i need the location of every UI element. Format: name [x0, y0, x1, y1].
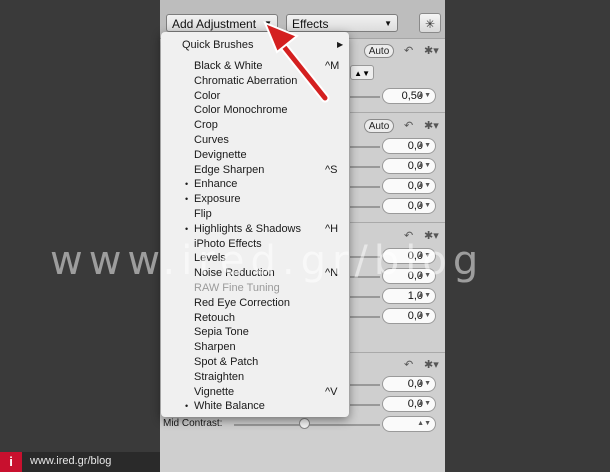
watermark-text: www.ired.gr/blog	[50, 238, 485, 284]
menu-item-label: Vignette	[194, 385, 235, 398]
gear-icon[interactable]: ✱▾	[424, 119, 439, 132]
value-field[interactable]: 0,0 ▲▼	[382, 396, 436, 412]
bullet-icon: •	[185, 223, 189, 234]
value-field[interactable]: ▲▼	[382, 416, 436, 432]
menu-item[interactable]: • White Balance	[161, 399, 349, 413]
mid-contrast-label: Mid Contrast:	[163, 418, 223, 429]
slider-track[interactable]	[350, 96, 380, 98]
menu-item-label: Highlights & Shadows	[194, 222, 302, 235]
menu-item-label: Sepia Tone	[194, 326, 249, 339]
menu-item-label: Quick Brushes	[182, 39, 254, 51]
menu-item-label: Sharpen	[194, 341, 236, 354]
slider-thumb[interactable]	[299, 418, 310, 429]
menu-item-label: Curves	[194, 134, 229, 146]
menu-item-label: Spot & Patch	[194, 356, 259, 368]
menu-item-shortcut: ^H	[325, 222, 339, 235]
menu-item-label: Retouch	[194, 311, 235, 324]
stepper-icon: ▲▼	[417, 92, 431, 99]
menu-item[interactable]: • Highlights & Shadows ^H	[161, 222, 349, 236]
slider-track[interactable]	[350, 206, 380, 208]
menu-item-label: Crop	[194, 119, 218, 132]
stepper-icon: ▲▼	[417, 142, 431, 149]
magic-wand-icon: ✳	[424, 17, 436, 31]
stepper-icon: ▲▼	[417, 162, 431, 169]
stepper-icon: ▲▼	[417, 380, 431, 387]
menu-item[interactable]: Curves	[161, 133, 349, 147]
stepper-icon: ▲▼	[417, 182, 431, 189]
stepper-icon: ▲▼	[417, 400, 431, 407]
gear-icon[interactable]: ✱▾	[424, 358, 439, 371]
menu-item[interactable]: Edge Sharpen ^S	[161, 163, 349, 177]
undo-icon[interactable]: ↶	[404, 119, 413, 132]
divider	[350, 222, 445, 223]
slider-track[interactable]	[350, 186, 380, 188]
menu-item[interactable]: Crop	[161, 118, 349, 132]
bullet-icon: •	[185, 401, 189, 412]
slider-track[interactable]	[350, 296, 380, 298]
menu-item-label: Straighten	[194, 370, 245, 383]
menu-item-label: Color	[194, 89, 221, 102]
value-field[interactable]: 0,50 ▲▼	[382, 88, 436, 104]
value-field[interactable]: 0,0 ▲▼	[382, 308, 436, 324]
gear-icon[interactable]: ✱▾	[424, 44, 439, 57]
value-field[interactable]: 0,0 ▲▼	[382, 138, 436, 154]
divider	[350, 352, 445, 353]
menu-item[interactable]: Spot & Patch	[161, 355, 349, 369]
bullet-icon: •	[185, 194, 189, 205]
chevron-down-icon: ▼	[384, 19, 392, 28]
value-field[interactable]: 0,0 ▲▼	[382, 178, 436, 194]
menu-item[interactable]: Retouch	[161, 311, 349, 325]
undo-icon[interactable]: ↶	[404, 44, 413, 57]
value-field[interactable]: 0,0 ▲▼	[382, 376, 436, 392]
menu-item[interactable]: • Enhance	[161, 177, 349, 191]
menu-item-label: Flip	[194, 208, 212, 220]
stepper-icon: ▲▼	[417, 420, 431, 427]
add-adjustment-label: Add Adjustment	[172, 17, 257, 31]
menu-item-shortcut: ^V	[325, 385, 338, 398]
slider-track[interactable]	[350, 404, 380, 406]
slider-track[interactable]	[350, 316, 380, 318]
background-right	[445, 0, 610, 472]
bullet-icon: •	[185, 179, 189, 190]
menu-item-label: Exposure	[194, 193, 241, 206]
value-field[interactable]: 0,0 ▲▼	[382, 158, 436, 174]
stepper-icon: ▲▼	[417, 292, 431, 299]
menu-item-label: Devignette	[194, 148, 247, 161]
value-field[interactable]: 1,0 ▲▼	[382, 288, 436, 304]
menu-item[interactable]: Devignette	[161, 148, 349, 162]
divider	[350, 112, 445, 113]
menu-item-label: Edge Sharpen	[194, 163, 265, 176]
menu-item[interactable]: • Exposure	[161, 192, 349, 206]
annotation-arrow	[263, 21, 330, 103]
menu-item[interactable]: Flip	[161, 207, 349, 221]
menu-item-label: Black & White	[194, 60, 263, 72]
slider-track[interactable]	[350, 166, 380, 168]
menu-item[interactable]: Red Eye Correction	[161, 296, 349, 310]
menu-item[interactable]: Sepia Tone	[161, 325, 349, 339]
menu-item[interactable]: Straighten	[161, 370, 349, 384]
menu-item[interactable]: Sharpen	[161, 340, 349, 354]
auto-button[interactable]: Auto	[364, 119, 394, 133]
menu-item-label: White Balance	[194, 400, 265, 413]
auto-button[interactable]: Auto	[364, 44, 394, 58]
undo-icon[interactable]: ↶	[404, 358, 413, 371]
background-left	[0, 0, 160, 472]
menu-item-shortcut: ^S	[325, 163, 338, 176]
footer-url: www.ired.gr/blog	[30, 455, 112, 467]
menu-item[interactable]: Vignette ^V	[161, 385, 349, 399]
menu-item-label: Enhance	[194, 178, 238, 191]
submenu-arrow-icon: ▶	[337, 40, 344, 49]
stepper-icon: ▲▼	[417, 202, 431, 209]
site-logo: i	[0, 452, 22, 472]
magic-wand-button[interactable]: ✳	[419, 13, 441, 33]
stepper-icon: ▲▼	[417, 312, 431, 319]
slider-track[interactable]	[350, 384, 380, 386]
slider-track[interactable]	[350, 146, 380, 148]
select-stepper[interactable]: ▲▼	[350, 65, 374, 80]
menu-item-label: Red Eye Correction	[194, 296, 290, 309]
value-field[interactable]: 0,0 ▲▼	[382, 198, 436, 214]
